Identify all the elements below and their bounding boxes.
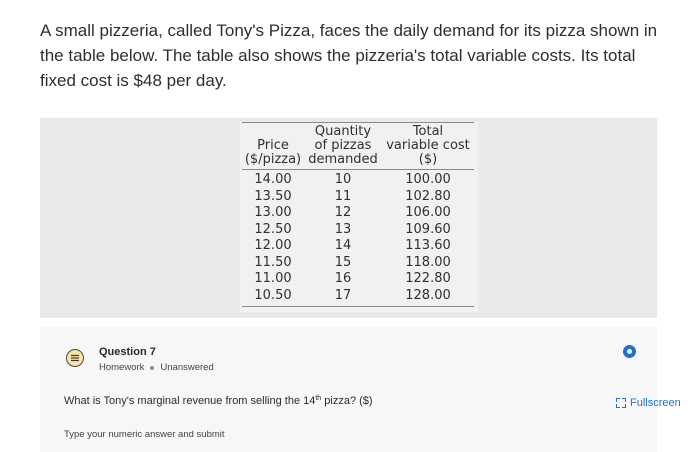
cell-price: 11.00: [254, 271, 292, 286]
fullscreen-label: Fullscreen: [630, 397, 681, 409]
table-panel: Price ($/pizza) Quantity of pizzas deman…: [40, 118, 657, 318]
info-icon[interactable]: [623, 345, 636, 358]
header-tvc-line3: ($): [418, 152, 438, 167]
question-type: Homework: [99, 362, 145, 373]
cell-tvc: 109.60: [405, 221, 451, 237]
question-text: What is Tony's marginal revenue from sel…: [64, 395, 373, 407]
table-row: 13.00 12 106.00: [242, 205, 474, 222]
cell-tvc: 122.80: [405, 271, 451, 286]
cell-quantity: 11: [334, 188, 352, 204]
fullscreen-icon: [616, 398, 626, 408]
cell-tvc: 102.80: [405, 188, 451, 204]
cell-quantity: 12: [334, 205, 352, 220]
table-row: 11.50 15 118.00: [242, 255, 474, 272]
table-header-row: Price ($/pizza) Quantity of pizzas deman…: [242, 122, 474, 170]
list-question-icon: [66, 349, 84, 367]
header-quantity-line1: Quantity: [314, 124, 372, 139]
table-row: 11.00 16 122.80: [242, 271, 474, 288]
cell-quantity: 17: [304, 287, 382, 307]
cell-quantity: 15: [334, 254, 352, 270]
cell-price: 12.00: [254, 238, 292, 253]
cell-tvc: 100.00: [405, 172, 451, 187]
table-row: 12.00 14 113.60: [242, 238, 474, 255]
header-tvc-line2: variable cost: [386, 138, 470, 153]
table-row: 13.50 11 102.80: [242, 189, 474, 206]
cell-price: 11.50: [254, 254, 292, 270]
table-row: 14.00 10 100.00: [242, 170, 474, 189]
cell-tvc: 113.60: [405, 238, 451, 253]
header-price-line1: Price: [257, 138, 289, 153]
cell-quantity: 10: [334, 172, 352, 187]
cell-tvc: 128.00: [382, 287, 474, 307]
cell-price: 14.00: [254, 172, 292, 187]
cell-price: 12.50: [254, 221, 292, 237]
cell-tvc: 106.00: [405, 205, 451, 220]
header-tvc: Total variable cost ($): [382, 122, 474, 170]
cell-quantity: 13: [334, 221, 352, 237]
table-row: 12.50 13 109.60: [242, 222, 474, 239]
question-title: Question 7: [99, 346, 156, 358]
cell-quantity: 16: [334, 271, 352, 286]
cell-quantity: 14: [334, 238, 352, 253]
cell-price: 13.00: [254, 205, 292, 220]
cell-tvc: 118.00: [405, 254, 451, 270]
question-text-after: pizza? ($): [321, 395, 373, 407]
cell-price: 13.50: [254, 188, 292, 204]
fullscreen-button[interactable]: Fullscreen: [616, 397, 681, 409]
problem-intro: A small pizzeria, called Tony's Pizza, f…: [40, 21, 658, 90]
separator-dot-icon: [150, 365, 155, 370]
table-row: 10.50 17 128.00: [242, 287, 474, 307]
question-status: Unanswered: [160, 362, 214, 373]
question-meta: Homework Unanswered: [99, 362, 214, 373]
answer-hint: Type your numeric answer and submit: [64, 429, 225, 440]
header-quantity: Quantity of pizzas demanded: [304, 122, 382, 170]
header-tvc-line1: Total: [412, 124, 444, 139]
header-quantity-line3: demanded: [308, 152, 378, 167]
header-price-line2: ($/pizza): [244, 152, 302, 167]
cell-price: 10.50: [242, 287, 304, 307]
header-price: Price ($/pizza): [242, 122, 304, 170]
demand-cost-table: Price ($/pizza) Quantity of pizzas deman…: [242, 122, 474, 307]
question-text-before: What is Tony's marginal revenue from sel…: [64, 395, 316, 407]
header-quantity-line2: of pizzas: [314, 138, 372, 153]
